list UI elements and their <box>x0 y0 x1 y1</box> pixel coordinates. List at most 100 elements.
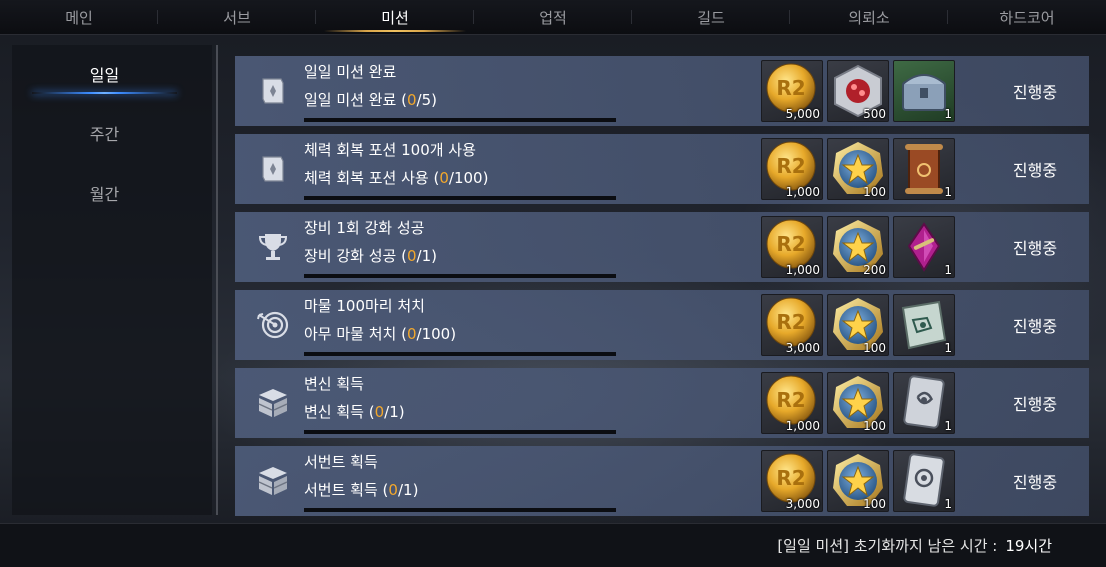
reward-item[interactable]: R2 1,000 <box>761 138 823 200</box>
svg-text:R2: R2 <box>776 388 805 412</box>
tab-guild[interactable]: 길드 <box>632 0 790 34</box>
reward-item[interactable]: R2 5,000 <box>761 60 823 122</box>
box-icon <box>253 461 293 501</box>
reward-item[interactable]: 100 <box>827 372 889 434</box>
mission-progress-text: 아무 마물 처치 (0/100) <box>304 325 457 343</box>
progress-current: 0 <box>406 247 417 265</box>
mission-sub-label: 아무 마물 처치 <box>304 325 397 343</box>
progress-current: 0 <box>374 403 385 421</box>
tab-sub[interactable]: 서브 <box>158 0 316 34</box>
status-label: 진행중 <box>1012 395 1058 414</box>
reward-quantity: 5,000 <box>785 107 820 121</box>
top-tab-bar: 메인 서브 미션 업적 길드 의뢰소 하드코어 <box>0 0 1106 35</box>
svg-text:R2: R2 <box>776 154 805 178</box>
progress-bar <box>304 508 616 512</box>
svg-text:R2: R2 <box>776 466 805 490</box>
status-label: 진행중 <box>1012 83 1058 102</box>
sidebar-item-monthly[interactable]: 월간 <box>12 173 197 213</box>
sidebar-item-weekly[interactable]: 주간 <box>12 113 197 153</box>
reward-list: R2 3,000 100 1 <box>761 450 955 512</box>
reward-quantity: 1,000 <box>785 419 820 433</box>
status-label: 진행중 <box>1012 317 1058 336</box>
reward-quantity: 500 <box>863 107 886 121</box>
box-icon <box>253 383 293 423</box>
reward-item[interactable]: 1 <box>893 450 955 512</box>
mission-sub-label: 일일 미션 완료 <box>304 91 397 109</box>
status-label: 진행중 <box>1012 161 1058 180</box>
reward-quantity: 100 <box>863 419 886 433</box>
reward-item[interactable]: 200 <box>827 216 889 278</box>
scroll-icon <box>253 149 293 189</box>
tab-mission[interactable]: 미션 <box>316 0 474 34</box>
status-label: 진행중 <box>1012 473 1058 492</box>
reward-quantity: 1 <box>944 263 952 277</box>
tab-label: 미션 <box>381 8 409 27</box>
reward-item[interactable]: 100 <box>827 138 889 200</box>
progress-bar <box>304 196 616 200</box>
reward-quantity: 3,000 <box>785 341 820 355</box>
progress-current: 0 <box>439 169 449 187</box>
reward-quantity: 1 <box>944 497 952 511</box>
reset-timer: [일일 미션] 초기화까지 남은 시간 : 19시간 <box>777 535 1052 556</box>
reward-quantity: 1,000 <box>785 263 820 277</box>
reward-item[interactable]: 100 <box>827 450 889 512</box>
mission-row[interactable]: 체력 회복 포션 100개 사용 체력 회복 포션 사용 (0/100) R2 … <box>235 134 1089 204</box>
progress-current: 0 <box>406 325 417 343</box>
tab-label: 하드코어 <box>999 8 1055 27</box>
mission-progress-text: 변신 획득 (0/1) <box>304 403 405 421</box>
reward-item[interactable]: 1 <box>893 372 955 434</box>
progress-bar <box>304 118 616 122</box>
reset-timer-value: 19시간 <box>1005 537 1052 555</box>
reward-quantity: 1 <box>944 419 952 433</box>
mission-row[interactable]: 일일 미션 완료 일일 미션 완료 (0/5) R2 5,000 500 1 진… <box>235 56 1089 126</box>
mission-title: 장비 1회 강화 성공 <box>304 219 425 237</box>
reward-item[interactable]: 1 <box>893 60 955 122</box>
reward-quantity: 3,000 <box>785 497 820 511</box>
reward-list: R2 1,000 100 1 <box>761 372 955 434</box>
reward-item[interactable]: R2 1,000 <box>761 216 823 278</box>
reward-item[interactable]: 100 <box>827 294 889 356</box>
reward-item[interactable]: 1 <box>893 294 955 356</box>
progress-target: /5 <box>416 91 432 109</box>
sidebar-item-daily[interactable]: 일일 <box>12 54 197 94</box>
mission-progress-text: 일일 미션 완료 (0/5) <box>304 91 437 109</box>
reward-quantity: 100 <box>863 341 886 355</box>
tab-label: 의뢰소 <box>848 8 890 27</box>
reward-item[interactable]: R2 3,000 <box>761 450 823 512</box>
mission-title: 체력 회복 포션 100개 사용 <box>304 141 476 159</box>
tab-request[interactable]: 의뢰소 <box>790 0 948 34</box>
reward-quantity: 100 <box>863 497 886 511</box>
mission-title: 서번트 획득 <box>304 453 378 471</box>
reward-item[interactable]: 1 <box>893 138 955 200</box>
progress-target: /1 <box>416 247 432 265</box>
reward-item[interactable]: R2 1,000 <box>761 372 823 434</box>
reward-quantity: 1,000 <box>785 185 820 199</box>
tab-label: 길드 <box>697 8 725 27</box>
mission-row[interactable]: 변신 획득 변신 획득 (0/1) R2 1,000 100 1 진행중 <box>235 368 1089 438</box>
mission-row[interactable]: 서번트 획득 서번트 획득 (0/1) R2 3,000 100 1 진행중 <box>235 446 1089 516</box>
reward-item[interactable]: 1 <box>893 216 955 278</box>
tab-label: 서브 <box>223 8 251 27</box>
reward-list: R2 1,000 100 1 <box>761 138 955 200</box>
sidebar-divider <box>216 45 218 515</box>
tab-hardcore[interactable]: 하드코어 <box>948 0 1106 34</box>
progress-target: /100 <box>416 325 451 343</box>
mission-row[interactable]: 마물 100마리 처치 아무 마물 처치 (0/100) R2 3,000 10… <box>235 290 1089 360</box>
reward-item[interactable]: R2 3,000 <box>761 294 823 356</box>
trophy-icon <box>253 227 293 267</box>
mission-sub-label: 서번트 획득 <box>304 481 378 499</box>
mission-progress-text: 체력 회복 포션 사용 (0/100) <box>304 169 489 187</box>
tab-achievement[interactable]: 업적 <box>474 0 632 34</box>
progress-current: 0 <box>388 481 398 499</box>
tab-main[interactable]: 메인 <box>0 0 158 34</box>
mission-row[interactable]: 장비 1회 강화 성공 장비 강화 성공 (0/1) R2 1,000 200 … <box>235 212 1089 282</box>
reward-quantity: 1 <box>944 107 952 121</box>
progress-target: /100 <box>448 169 483 187</box>
reward-quantity: 200 <box>863 263 886 277</box>
reset-timer-label: [일일 미션] 초기화까지 남은 시간 : <box>777 537 998 555</box>
mission-title: 변신 획득 <box>304 375 364 393</box>
mission-sub-label: 체력 회복 포션 사용 <box>304 169 429 187</box>
reward-item[interactable]: 500 <box>827 60 889 122</box>
progress-bar <box>304 430 616 434</box>
footer-bar: [일일 미션] 초기화까지 남은 시간 : 19시간 <box>0 523 1106 567</box>
